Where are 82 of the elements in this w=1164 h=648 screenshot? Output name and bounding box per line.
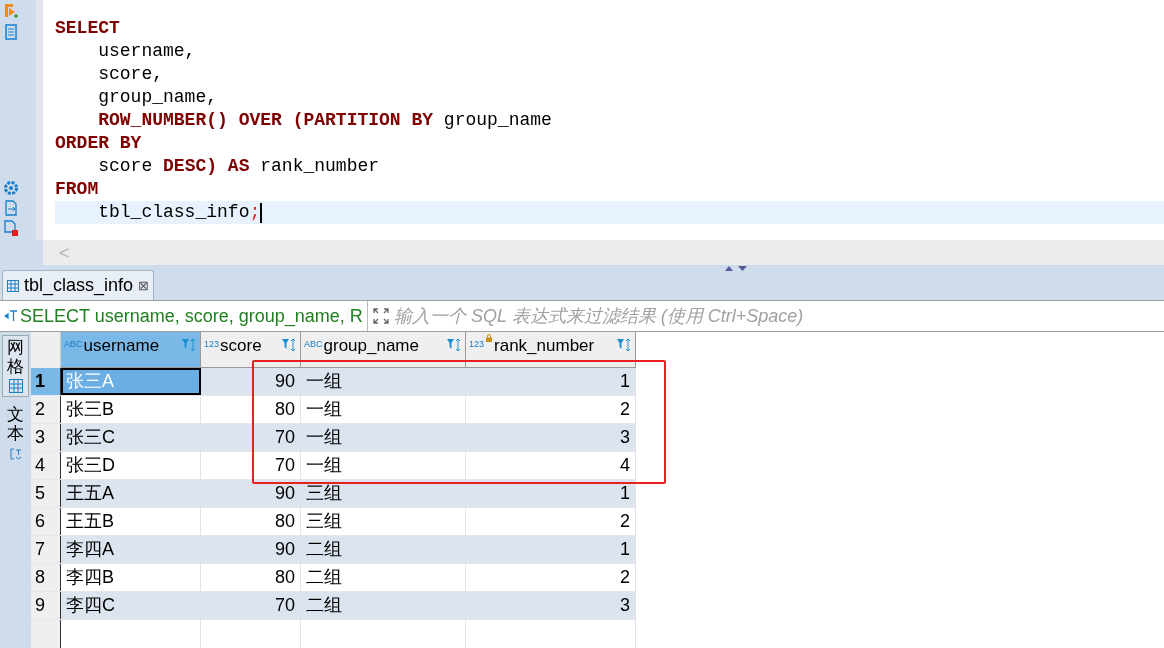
code-line: ROW_NUMBER() OVER (PARTITION BY group_name: [97, 109, 553, 132]
table-cell: 3: [466, 424, 636, 451]
table-cell: 2: [466, 508, 636, 535]
table-cell: 王五A: [61, 480, 201, 507]
table-cell: 70: [201, 592, 301, 619]
filter-sort-icon[interactable]: [446, 338, 462, 352]
table-cell: 王五B: [61, 508, 201, 535]
maximize-icon[interactable]: [373, 308, 389, 324]
run-script-icon[interactable]: [3, 3, 19, 20]
document-error-icon[interactable]: [4, 220, 18, 236]
filter-sort-icon[interactable]: [616, 338, 632, 352]
table-cell: 三组: [301, 508, 466, 535]
text-view-icon: [9, 446, 22, 461]
row-number[interactable]: 4: [31, 452, 61, 479]
table-cell: 2: [466, 396, 636, 423]
code-line: SELECT: [55, 17, 121, 40]
table-cell: 90: [201, 536, 301, 563]
table-cell: 张三A: [61, 368, 201, 395]
text-query-icon: [4, 310, 18, 322]
table-cell: 一组: [301, 452, 466, 479]
table-cell: 70: [201, 424, 301, 451]
filter-sort-icon[interactable]: [181, 338, 197, 352]
table-cell: 张三B: [61, 396, 201, 423]
settings-icon[interactable]: [3, 180, 19, 196]
type-label: ABC: [64, 338, 83, 351]
code-line: group_name,: [97, 86, 219, 109]
code-line: score,: [97, 63, 165, 86]
table-cell: 1: [466, 480, 636, 507]
view-tab[interactable]: 文本: [2, 403, 29, 464]
table-cell: 80: [201, 508, 301, 535]
table-cell: 一组: [301, 368, 466, 395]
table-cell: 张三C: [61, 424, 201, 451]
table-cell: 80: [201, 396, 301, 423]
code-line: FROM: [55, 178, 100, 201]
filter-sort-icon[interactable]: [281, 338, 297, 352]
column-name: score: [220, 335, 262, 357]
table-cell: 李四A: [61, 536, 201, 563]
row-number[interactable]: 1: [31, 368, 61, 395]
table-cell: 70: [201, 452, 301, 479]
code-line: score DESC) AS rank_number: [97, 155, 381, 178]
table-cell: 二组: [301, 564, 466, 591]
type-label: ABC: [304, 338, 323, 351]
row-number[interactable]: 5: [31, 480, 61, 507]
row-number[interactable]: 6: [31, 508, 61, 535]
column-name: rank_number: [494, 335, 595, 357]
script-document-icon[interactable]: [4, 24, 18, 40]
results-tab[interactable]: tbl_class_info ⊠: [2, 270, 155, 300]
table-cell: 3: [466, 592, 636, 619]
table-cell: 1: [466, 536, 636, 563]
table-cell: 三组: [301, 480, 466, 507]
close-tab-button[interactable]: ⊠: [138, 275, 150, 296]
table-icon: [7, 279, 19, 292]
type-label: 123: [204, 338, 220, 351]
table-cell: 1: [466, 368, 636, 395]
table-cell: 80: [201, 564, 301, 591]
code-line: ORDER BY: [55, 132, 143, 155]
view-tab[interactable]: 网格: [2, 335, 29, 398]
row-number[interactable]: 3: [31, 424, 61, 451]
type-label: 123: [469, 338, 485, 351]
table-cell: 一组: [301, 424, 466, 451]
code-line: username,: [97, 40, 197, 63]
header-corner: [31, 332, 61, 368]
table-cell: 一组: [301, 396, 466, 423]
query-text: SELECT username, score, group_name, R: [20, 304, 363, 329]
grid-icon: [8, 379, 23, 394]
row-number[interactable]: 9: [31, 592, 61, 619]
table-cell: 二组: [301, 536, 466, 563]
table-cell: 李四B: [61, 564, 201, 591]
table-cell: 二组: [301, 592, 466, 619]
column-name: group_name: [323, 335, 419, 357]
column-name: username: [83, 335, 160, 357]
table-cell: 李四C: [61, 592, 201, 619]
export-document-icon[interactable]: [4, 200, 18, 216]
row-number[interactable]: 8: [31, 564, 61, 591]
row-number[interactable]: 7: [31, 536, 61, 563]
table-cell: 2: [466, 564, 636, 591]
table-cell: 张三D: [61, 452, 201, 479]
table-cell: 4: [466, 452, 636, 479]
table-cell: 90: [201, 480, 301, 507]
column-header[interactable]: 123 rank_number: [466, 332, 636, 368]
table-cell: 90: [201, 368, 301, 395]
row-number[interactable]: 2: [31, 396, 61, 423]
